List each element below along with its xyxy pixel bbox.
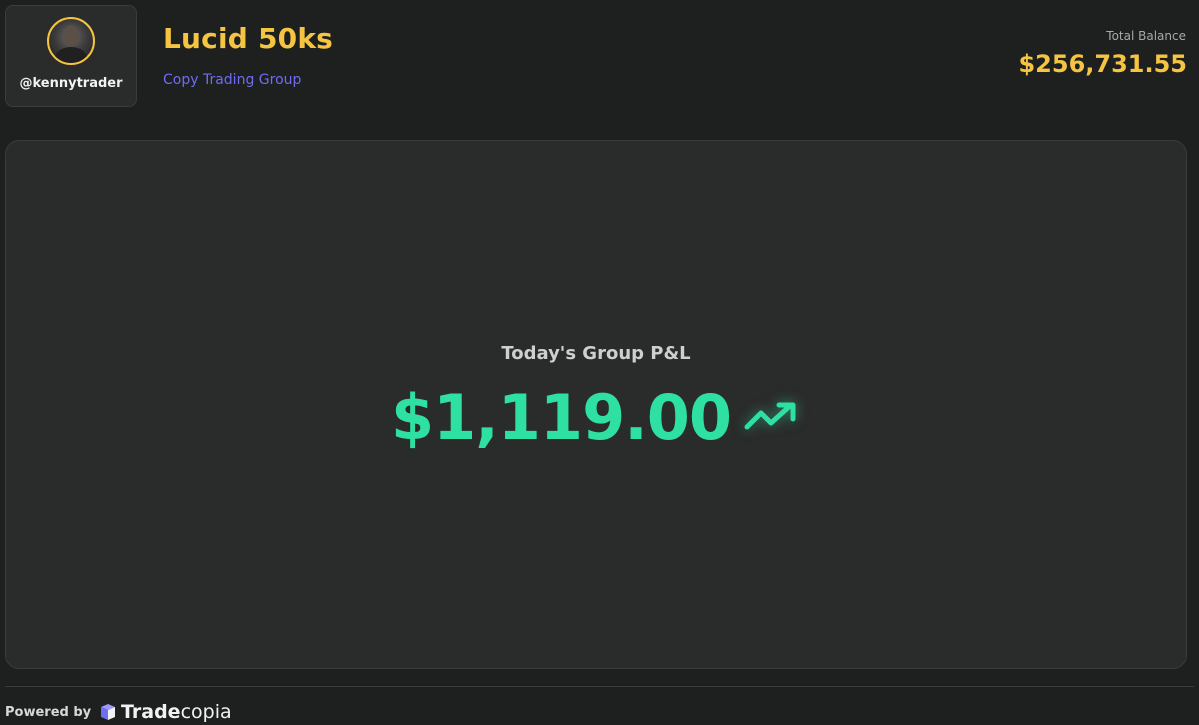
username: @kennytrader bbox=[19, 76, 123, 91]
pnl-value: $1,119.00 bbox=[390, 380, 732, 454]
tradecopia-brand[interactable]: Trade copia bbox=[98, 700, 232, 724]
total-balance-value: $256,731.55 bbox=[1018, 50, 1187, 78]
brand-name-strong: Trade bbox=[121, 701, 181, 723]
avatar bbox=[47, 17, 95, 65]
brand-name-light: copia bbox=[180, 701, 232, 723]
profile-card[interactable]: @kennytrader bbox=[5, 5, 137, 107]
pnl-row: $1,119.00 bbox=[6, 377, 1186, 457]
tradecopia-logo-icon bbox=[101, 704, 115, 720]
group-type-label: Copy Trading Group bbox=[163, 72, 302, 88]
trending-up-icon bbox=[744, 402, 796, 430]
dashboard-page: @kennytrader Lucid 50ks Copy Trading Gro… bbox=[0, 0, 1199, 725]
avatar-body bbox=[55, 47, 87, 63]
powered-by-label: Powered by bbox=[5, 705, 92, 720]
pnl-label: Today's Group P&L bbox=[501, 343, 691, 364]
footer-divider bbox=[5, 686, 1194, 687]
avatar-head bbox=[63, 25, 79, 47]
pnl-panel: Today's Group P&L $1,119.00 bbox=[5, 140, 1187, 669]
total-balance-label: Total Balance bbox=[1106, 29, 1186, 43]
group-title: Lucid 50ks bbox=[163, 22, 334, 55]
